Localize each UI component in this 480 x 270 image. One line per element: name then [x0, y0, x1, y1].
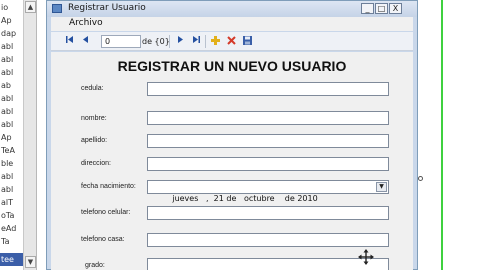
list-item[interactable]: abl	[0, 53, 23, 66]
resize-handle[interactable]	[418, 176, 423, 181]
menu-archivo[interactable]: Archivo	[69, 18, 103, 28]
direccion-field[interactable]	[147, 157, 389, 171]
nombre-label: nombre:	[81, 115, 107, 122]
direccion-label: direccion:	[81, 160, 111, 167]
minimize-button[interactable]: _	[361, 3, 374, 14]
list-item[interactable]: abl	[0, 66, 23, 79]
list-item[interactable]: ab	[0, 79, 23, 92]
app-icon	[52, 4, 62, 13]
delete-icon[interactable]	[225, 35, 237, 48]
fecha-nacimiento-label: fecha nacimiento:	[81, 183, 136, 190]
list-item[interactable]: Ta	[0, 235, 23, 248]
list-item-selected[interactable]: tee	[0, 253, 23, 266]
chevron-down-icon[interactable]: ▼	[376, 182, 387, 192]
nombre-field[interactable]	[147, 111, 389, 125]
telefono-casa-field[interactable]	[147, 233, 389, 247]
list-item[interactable]: abl	[0, 183, 23, 196]
apellido-field[interactable]	[147, 134, 389, 148]
list-item[interactable]: Ap	[0, 131, 23, 144]
list-item[interactable]: io	[0, 1, 23, 14]
maximize-button[interactable]: □	[375, 3, 388, 14]
list-item[interactable]: dap	[0, 27, 23, 40]
grado-field[interactable]	[147, 258, 389, 270]
form-body: REGISTRAR UN NUEVO USUARIO cedula: nombr…	[51, 52, 413, 270]
accent-border	[441, 0, 443, 270]
list-item[interactable]: oTa	[0, 209, 23, 222]
list-item[interactable]: abl	[0, 92, 23, 105]
telefono-celular-label: telefono celular:	[81, 209, 131, 216]
list-item[interactable]: eAd	[0, 222, 23, 235]
list-item[interactable]: abl	[0, 118, 23, 131]
menu-bar: Archivo	[51, 17, 413, 31]
close-button[interactable]: X	[389, 3, 402, 14]
scroll-up-icon[interactable]: ▲	[25, 1, 36, 13]
list-item[interactable]: abl	[0, 40, 23, 53]
list-item[interactable]: TeA	[0, 144, 23, 157]
background-canvas	[420, 0, 480, 270]
list-item[interactable]: abl	[0, 105, 23, 118]
separator	[205, 35, 206, 48]
telefono-celular-field[interactable]	[147, 206, 389, 220]
first-record-icon[interactable]	[65, 35, 75, 48]
telefono-casa-label: telefono casa:	[81, 236, 125, 243]
background-list: io Ap dap abl abl abl ab abl abl abl Ap …	[0, 0, 24, 270]
last-record-icon[interactable]	[191, 35, 201, 48]
list-item[interactable]: abl	[0, 170, 23, 183]
previous-record-icon[interactable]	[81, 35, 91, 48]
cedula-field[interactable]	[147, 82, 389, 96]
next-record-icon[interactable]	[175, 35, 185, 48]
record-count: de {0}	[142, 37, 170, 46]
window-title: Registrar Usuario	[68, 3, 146, 13]
background-scrollbar[interactable]: ▲ ▼	[24, 0, 37, 270]
position-input[interactable]: 0	[101, 35, 141, 48]
fecha-nacimiento-picker[interactable]: jueves , 21 de octubre de 2010 ▼	[147, 180, 389, 203]
save-icon[interactable]	[241, 35, 253, 48]
binding-navigator: 0 de {0}	[51, 32, 413, 51]
registrar-usuario-window: Registrar Usuario _ □ X Archivo 0 de {0}	[46, 0, 418, 270]
add-new-icon[interactable]	[209, 35, 221, 48]
list-item[interactable]: ble	[0, 157, 23, 170]
screen: io Ap dap abl abl abl ab abl abl abl Ap …	[0, 0, 480, 270]
title-bar[interactable]: Registrar Usuario _ □ X	[47, 1, 417, 17]
cedula-label: cedula:	[81, 85, 104, 92]
fecha-nacimiento-value: jueves , 21 de octubre de 2010	[172, 194, 318, 203]
list-item[interactable]: Ap	[0, 14, 23, 27]
scroll-down-icon[interactable]: ▼	[25, 256, 36, 268]
list-item[interactable]: alT	[0, 196, 23, 209]
grado-label: grado:	[85, 262, 105, 269]
form-title: REGISTRAR UN NUEVO USUARIO	[117, 58, 347, 74]
apellido-label: apellido:	[81, 137, 108, 144]
move-cursor-icon	[358, 249, 374, 265]
separator	[169, 35, 170, 48]
